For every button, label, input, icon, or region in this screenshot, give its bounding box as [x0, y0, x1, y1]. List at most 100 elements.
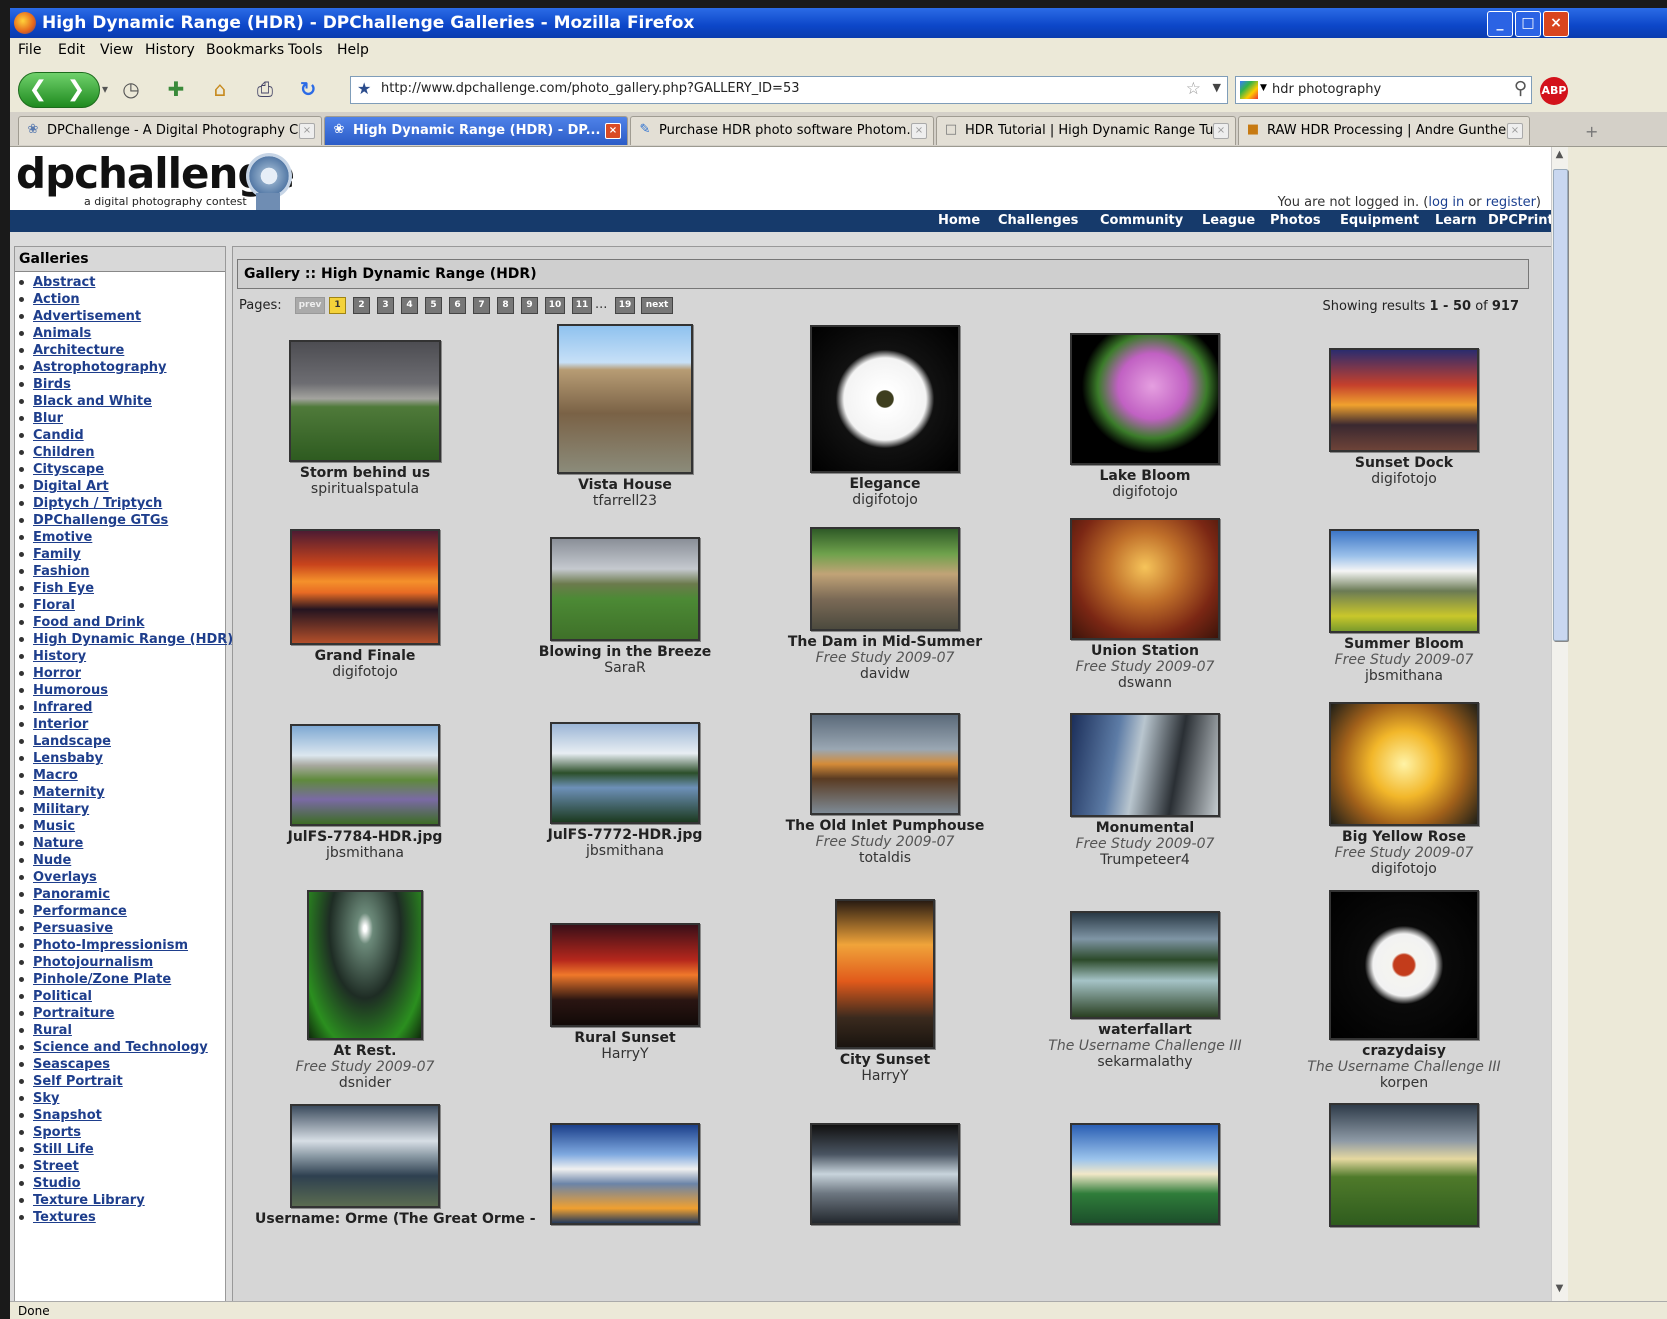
photo-thumbnail[interactable]: [810, 527, 960, 631]
bookmark-star-icon[interactable]: ☆: [1186, 79, 1201, 99]
adblock-icon[interactable]: ABP: [1540, 77, 1568, 105]
photo-title[interactable]: Rural Sunset: [515, 1030, 735, 1046]
photo-thumbnail[interactable]: [1070, 333, 1220, 465]
sidebar-item[interactable]: Studio: [19, 1176, 81, 1191]
page-button[interactable]: 9: [521, 297, 538, 314]
photo-author[interactable]: HarryY: [515, 1046, 735, 1062]
photo-thumbnail[interactable]: [1070, 518, 1220, 640]
photo-title[interactable]: waterfallart: [1035, 1022, 1255, 1038]
category-link[interactable]: Advertisement: [33, 309, 141, 324]
photo-thumbnail[interactable]: [1070, 911, 1220, 1019]
photo-author[interactable]: jbsmithana: [1294, 668, 1514, 684]
search-bar[interactable]: ▼ hdr photography ⚲: [1235, 76, 1532, 104]
category-link[interactable]: Snapshot: [33, 1108, 102, 1123]
category-link[interactable]: Street: [33, 1159, 79, 1174]
photo-thumbnail[interactable]: [1329, 529, 1479, 633]
sidebar-item[interactable]: Seascapes: [19, 1057, 110, 1072]
category-link[interactable]: Lensbaby: [33, 751, 103, 766]
photo-thumbnail[interactable]: [290, 529, 440, 645]
sidebar-item[interactable]: Rural: [19, 1023, 72, 1038]
sidebar-item[interactable]: Cityscape: [19, 462, 104, 477]
tab-hdr-tutorial[interactable]: □ HDR Tutorial | High Dynamic Range Tu..…: [936, 116, 1236, 145]
category-link[interactable]: Cityscape: [33, 462, 104, 477]
photo-thumbnail[interactable]: [557, 324, 693, 474]
sidebar-item[interactable]: Family: [19, 547, 81, 562]
page-button[interactable]: 8: [497, 297, 514, 314]
category-link[interactable]: Infrared: [33, 700, 92, 715]
nav-photos[interactable]: Photos: [1270, 213, 1321, 228]
category-link[interactable]: Science and Technology: [33, 1040, 208, 1055]
photo-thumbnail[interactable]: [1070, 1123, 1220, 1225]
photo-thumbnail[interactable]: [1329, 348, 1479, 452]
sidebar-item[interactable]: High Dynamic Range (HDR): [19, 632, 233, 647]
photo-author[interactable]: totaldis: [775, 850, 995, 866]
photo-thumbnail[interactable]: [550, 1123, 700, 1225]
search-icon[interactable]: ⚲: [1514, 78, 1527, 99]
prev-page-button[interactable]: prev: [295, 297, 325, 314]
history-dropdown-icon[interactable]: ▾: [92, 76, 118, 102]
category-link[interactable]: Family: [33, 547, 81, 562]
photo-author[interactable]: tfarrell23: [515, 493, 735, 509]
category-link[interactable]: Animals: [33, 326, 91, 341]
photo-thumbnail[interactable]: [1329, 702, 1479, 826]
nav-home[interactable]: Home: [938, 213, 980, 228]
sidebar-item[interactable]: Pinhole/Zone Plate: [19, 972, 171, 987]
photo-title[interactable]: The Dam in Mid-Summer: [775, 634, 995, 650]
sidebar-item[interactable]: Floral: [19, 598, 75, 613]
category-link[interactable]: Black and White: [33, 394, 152, 409]
tab-close-icon[interactable]: ×: [605, 123, 621, 139]
category-link[interactable]: Food and Drink: [33, 615, 144, 630]
category-link[interactable]: Birds: [33, 377, 71, 392]
sidebar-item[interactable]: Maternity: [19, 785, 105, 800]
category-link[interactable]: Digital Art: [33, 479, 109, 494]
sidebar-item[interactable]: Fashion: [19, 564, 90, 579]
sidebar-item[interactable]: Street: [19, 1159, 79, 1174]
category-link[interactable]: Performance: [33, 904, 127, 919]
photo-author[interactable]: dswann: [1035, 675, 1255, 691]
url-dropdown-icon[interactable]: ▼: [1213, 81, 1221, 94]
sidebar-item[interactable]: Snapshot: [19, 1108, 102, 1123]
photo-author[interactable]: sekarmalathy: [1035, 1054, 1255, 1070]
print-icon[interactable]: ⎙: [252, 76, 278, 102]
photo-thumbnail[interactable]: [835, 899, 935, 1049]
tab-close-icon[interactable]: ×: [1507, 123, 1523, 139]
sidebar-item[interactable]: Animals: [19, 326, 91, 341]
search-input[interactable]: hdr photography: [1272, 82, 1381, 97]
sidebar-item[interactable]: Panoramic: [19, 887, 110, 902]
url-text[interactable]: http://www.dpchallenge.com/photo_gallery…: [381, 81, 800, 96]
category-link[interactable]: Abstract: [33, 275, 95, 290]
sidebar-item[interactable]: Music: [19, 819, 75, 834]
page-button[interactable]: 3: [377, 297, 394, 314]
category-link[interactable]: Diptych / Triptych: [33, 496, 162, 511]
menu-file[interactable]: File: [18, 42, 41, 58]
category-link[interactable]: Music: [33, 819, 75, 834]
sidebar-item[interactable]: Persuasive: [19, 921, 113, 936]
category-link[interactable]: History: [33, 649, 86, 664]
nav-learn[interactable]: Learn: [1435, 213, 1477, 228]
page-button[interactable]: 4: [401, 297, 418, 314]
sidebar-item[interactable]: Portraiture: [19, 1006, 114, 1021]
sidebar-item[interactable]: DPChallenge GTGs: [19, 513, 168, 528]
sidebar-item[interactable]: Political: [19, 989, 92, 1004]
category-link[interactable]: Textures: [33, 1210, 96, 1225]
page-button[interactable]: 5: [425, 297, 442, 314]
photo-thumbnail[interactable]: [550, 923, 700, 1027]
photo-title[interactable]: Summer Bloom: [1294, 636, 1514, 652]
category-link[interactable]: Action: [33, 292, 80, 307]
category-link[interactable]: Persuasive: [33, 921, 113, 936]
photo-title[interactable]: Storm behind us: [255, 465, 475, 481]
category-link[interactable]: Still Life: [33, 1142, 94, 1157]
home-icon[interactable]: ⌂: [207, 76, 233, 102]
site-identity-icon[interactable]: ★: [357, 79, 371, 98]
last-page-button[interactable]: 19: [615, 297, 635, 314]
photo-title[interactable]: The Old Inlet Pumphouse: [775, 818, 995, 834]
category-link[interactable]: Landscape: [33, 734, 111, 749]
photo-author[interactable]: HarryY: [775, 1068, 995, 1084]
category-link[interactable]: Humorous: [33, 683, 108, 698]
menu-bookmarks[interactable]: Bookmarks: [206, 42, 284, 58]
sidebar-item[interactable]: Infrared: [19, 700, 92, 715]
menu-help[interactable]: Help: [337, 42, 369, 58]
photo-thumbnail[interactable]: [810, 713, 960, 815]
category-link[interactable]: Macro: [33, 768, 78, 783]
page-button[interactable]: 11: [572, 297, 592, 314]
